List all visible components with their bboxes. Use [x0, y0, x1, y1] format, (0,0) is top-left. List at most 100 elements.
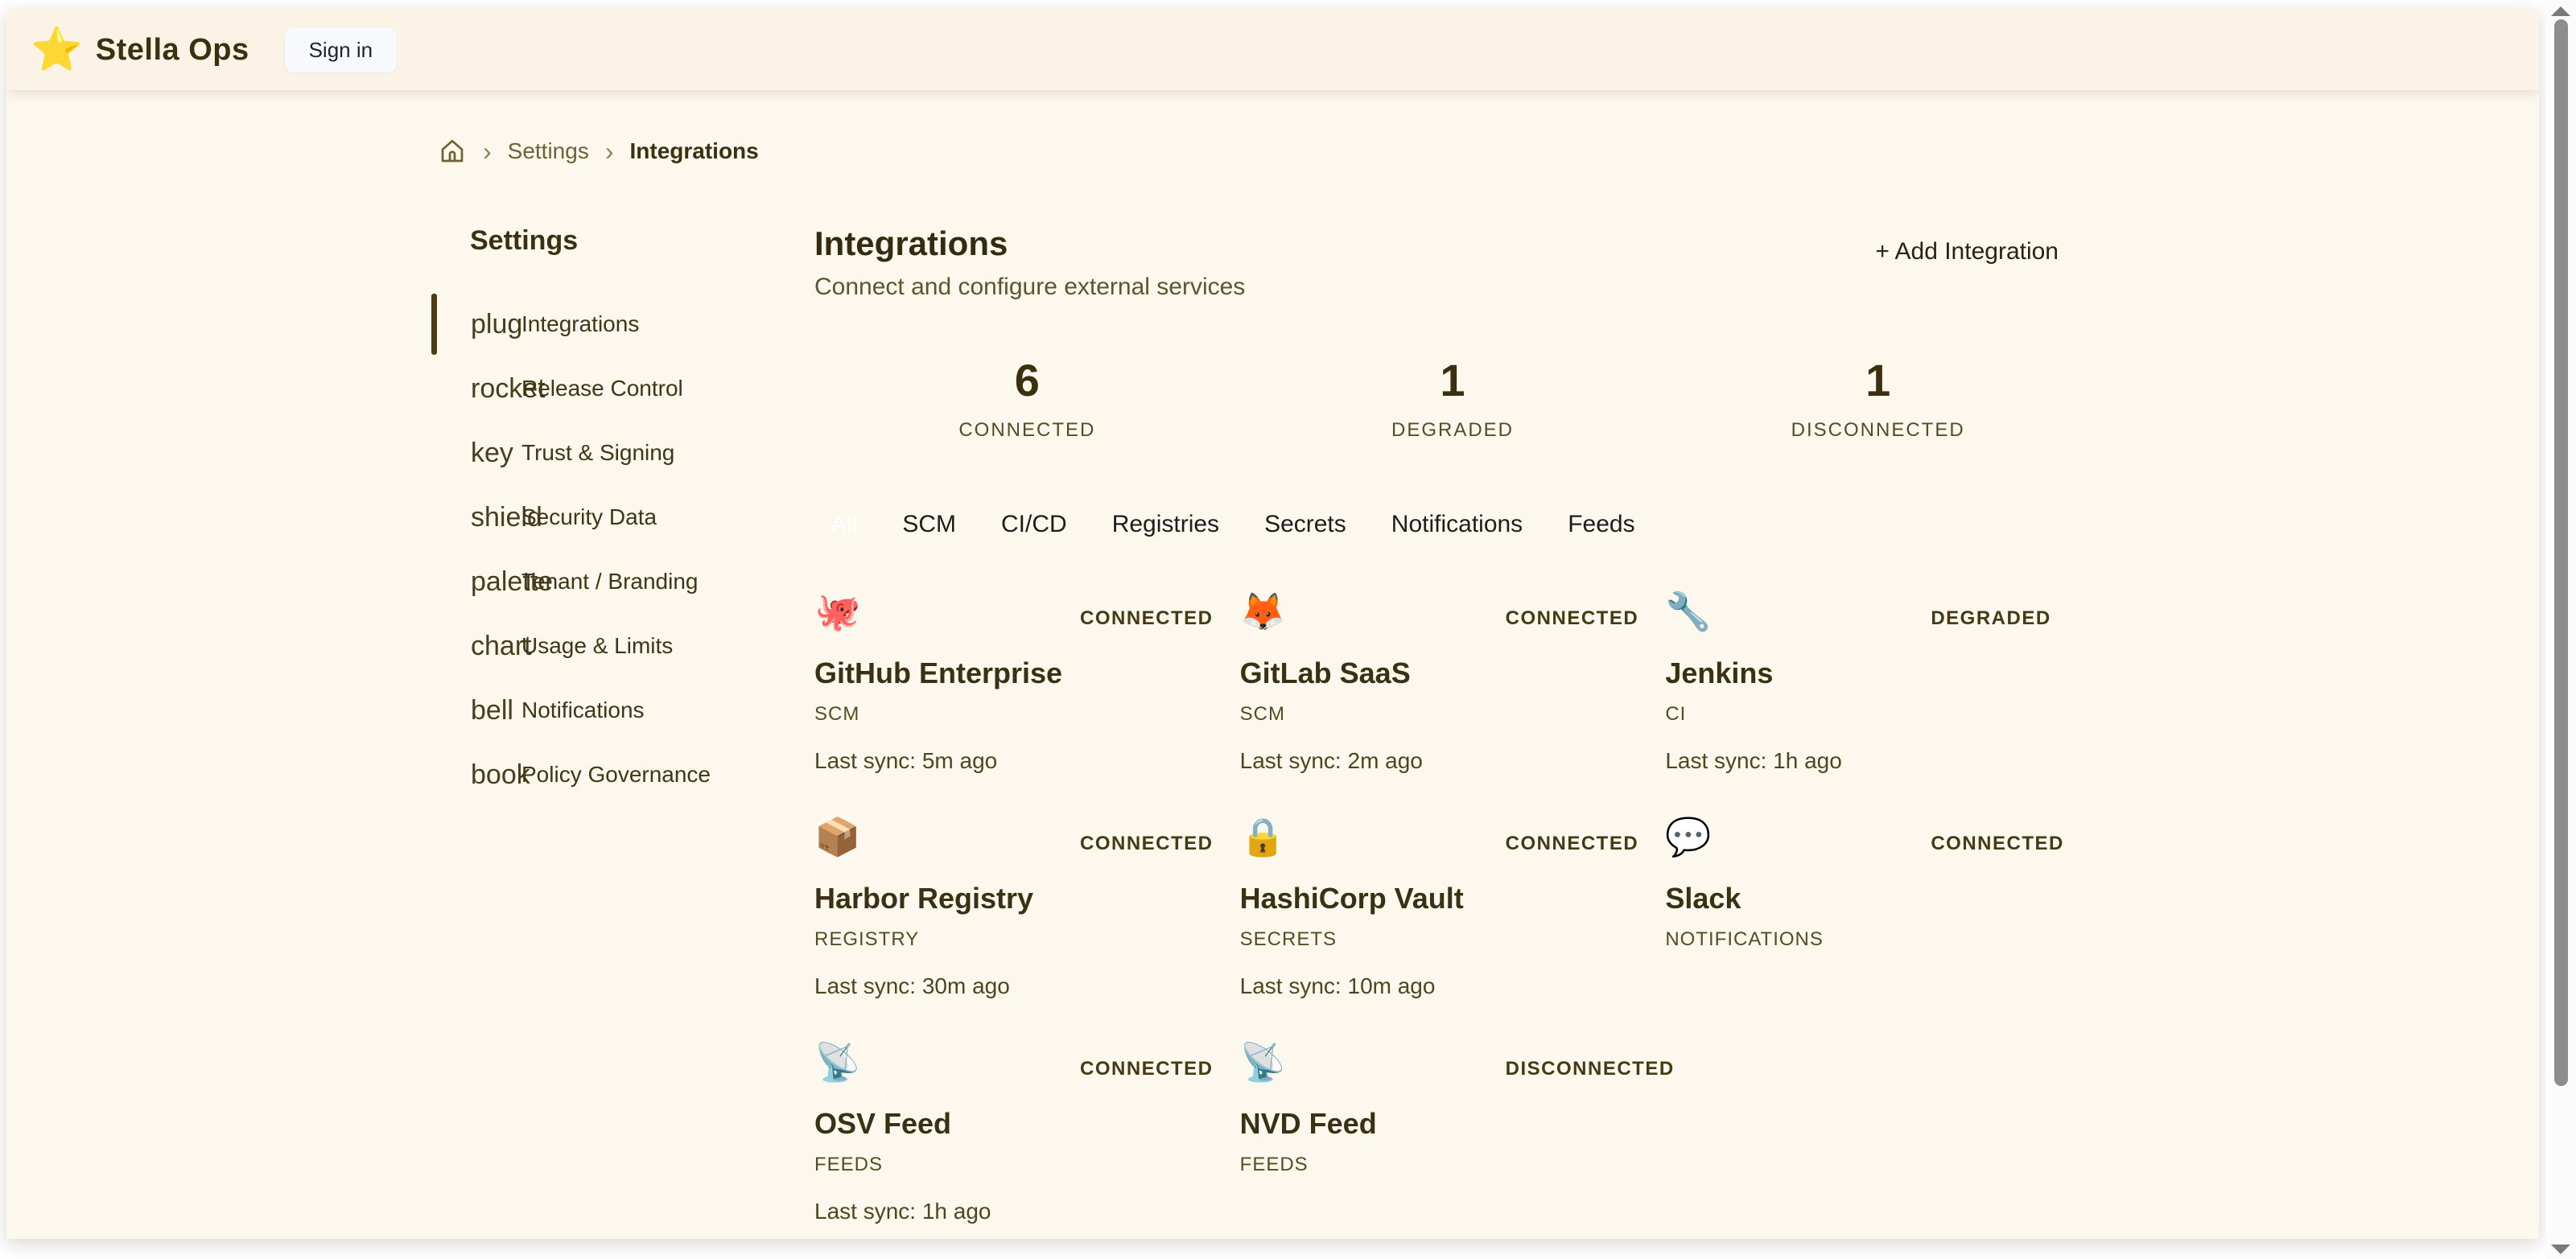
- sidebar-item-security-data[interactable]: shield Security Data: [431, 485, 785, 549]
- stat-label: DISCONNECTED: [1665, 419, 2091, 442]
- key-icon: key: [471, 421, 513, 485]
- content-area: › Settings › Integrations Settings plug …: [6, 90, 2539, 1239]
- integration-category: CI: [1665, 703, 2091, 726]
- settings-sidebar: Settings plug Integrations rocket Releas…: [431, 225, 785, 1232]
- breadcrumb-separator: ›: [605, 138, 614, 164]
- stat-connected: 6 CONNECTED: [814, 354, 1240, 442]
- integrations-panel: Integrations Connect and configure exter…: [814, 225, 2091, 1232]
- integration-card-slack[interactable]: 💬 CONNECTED Slack NOTIFICATIONS: [1665, 815, 2091, 1006]
- tab-secrets[interactable]: Secrets: [1264, 511, 1346, 538]
- integration-name: GitLab SaaS: [1240, 656, 1666, 690]
- sidebar-item-release-control[interactable]: rocket Release Control: [431, 356, 785, 421]
- sidebar-item-trust-signing[interactable]: key Trust & Signing: [431, 421, 785, 485]
- integration-card-osv-feed[interactable]: 📡 CONNECTED OSV Feed FEEDS Last sync: 1h…: [814, 1040, 1240, 1232]
- sidebar-item-policy-governance[interactable]: book Policy Governance: [431, 743, 785, 807]
- brand-title: Stella Ops: [96, 33, 249, 68]
- sidebar-item-label: Security Data: [521, 485, 657, 549]
- status-badge: CONNECTED: [1506, 607, 1639, 630]
- breadcrumb-integrations: Integrations: [629, 138, 758, 164]
- last-sync-text: Last sync: 10m ago: [1240, 973, 1666, 999]
- status-badge: DEGRADED: [1931, 607, 2050, 630]
- home-icon[interactable]: [438, 137, 467, 166]
- integration-category: SECRETS: [1240, 928, 1666, 951]
- sidebar-item-integrations[interactable]: plug Integrations: [431, 292, 785, 356]
- app-window: ⭐ Stella Ops Sign in › Settings › Integr…: [6, 10, 2539, 1239]
- integration-card-nvd-feed[interactable]: 📡 DISCONNECTED NVD Feed FEEDS: [1240, 1040, 1666, 1232]
- sidebar-item-usage-limits[interactable]: chart Usage & Limits: [431, 614, 785, 678]
- category-tabs: All SCM CI/CD Registries Secrets Notific…: [814, 511, 2091, 538]
- integration-name: OSV Feed: [814, 1107, 1240, 1141]
- sidebar-item-label: Usage & Limits: [521, 614, 673, 678]
- sign-in-button[interactable]: Sign in: [285, 28, 398, 72]
- sidebar-item-label: Notifications: [521, 678, 645, 743]
- scrollbar-thumb[interactable]: [2554, 19, 2568, 1086]
- page-subtitle: Connect and configure external services: [814, 274, 1245, 301]
- stella-ops-logo-icon: ⭐: [31, 29, 83, 71]
- stat-value: 1: [1665, 354, 2091, 406]
- tab-all[interactable]: All: [831, 511, 857, 538]
- stat-value: 1: [1240, 354, 1666, 406]
- integration-cards-grid: 🐙 CONNECTED GitHub Enterprise SCM Last s…: [814, 590, 2091, 1232]
- stat-label: DEGRADED: [1240, 419, 1666, 442]
- status-summary: 6 CONNECTED 1 DEGRADED 1 DISCONNECTED: [814, 354, 2091, 442]
- integration-name: Slack: [1665, 882, 2091, 915]
- scroll-up-arrow-icon[interactable]: [2551, 6, 2570, 16]
- integration-category: NOTIFICATIONS: [1665, 928, 2091, 951]
- integration-name: HashiCorp Vault: [1240, 882, 1666, 915]
- breadcrumb-separator: ›: [483, 138, 492, 164]
- integration-category: REGISTRY: [814, 928, 1240, 951]
- integration-name: Harbor Registry: [814, 882, 1240, 915]
- sidebar-item-label: Trust & Signing: [521, 421, 674, 485]
- last-sync-text: Last sync: 1h ago: [1665, 748, 2091, 774]
- integration-card-hashicorp-vault[interactable]: 🔒 CONNECTED HashiCorp Vault SECRETS Last…: [1240, 815, 1666, 1006]
- status-badge: CONNECTED: [1931, 833, 2064, 855]
- last-sync-text: Last sync: 5m ago: [814, 748, 1240, 774]
- sidebar-item-label: Integrations: [521, 292, 639, 356]
- breadcrumb: › Settings › Integrations: [438, 137, 2539, 166]
- sidebar-item-notifications[interactable]: bell Notifications: [431, 678, 785, 743]
- integration-name: Jenkins: [1665, 656, 2091, 690]
- sidebar-item-label: Policy Governance: [521, 743, 711, 807]
- last-sync-text: Last sync: 30m ago: [814, 973, 1240, 999]
- integration-category: SCM: [1240, 703, 1666, 726]
- tab-scm[interactable]: SCM: [902, 511, 956, 538]
- sidebar-item-label: Tenant / Branding: [521, 549, 699, 614]
- active-indicator: [431, 294, 437, 355]
- tab-cicd[interactable]: CI/CD: [1001, 511, 1067, 538]
- stat-degraded: 1 DEGRADED: [1240, 354, 1666, 442]
- integration-card-gitlab-saas[interactable]: 🦊 CONNECTED GitLab SaaS SCM Last sync: 2…: [1240, 590, 1666, 781]
- sidebar-nav: plug Integrations rocket Release Control…: [431, 292, 785, 807]
- sidebar-heading: Settings: [470, 225, 785, 257]
- integration-card-github-enterprise[interactable]: 🐙 CONNECTED GitHub Enterprise SCM Last s…: [814, 590, 1240, 781]
- stat-disconnected: 1 DISCONNECTED: [1665, 354, 2091, 442]
- vertical-scrollbar[interactable]: [2545, 0, 2576, 1259]
- status-badge: CONNECTED: [1080, 607, 1214, 630]
- page-title: Integrations: [814, 225, 1245, 262]
- tab-notifications[interactable]: Notifications: [1391, 511, 1523, 538]
- sidebar-item-tenant-branding[interactable]: palette Tenant / Branding: [431, 549, 785, 614]
- stat-label: CONNECTED: [814, 419, 1240, 442]
- status-badge: CONNECTED: [1506, 833, 1639, 855]
- integration-name: NVD Feed: [1240, 1107, 1666, 1141]
- integration-category: SCM: [814, 703, 1240, 726]
- sidebar-item-label: Release Control: [521, 356, 683, 421]
- tab-feeds[interactable]: Feeds: [1568, 511, 1634, 538]
- add-integration-button[interactable]: + Add Integration: [1875, 238, 2059, 265]
- tab-registries[interactable]: Registries: [1112, 511, 1219, 538]
- plug-icon: plug: [471, 292, 522, 356]
- last-sync-text: Last sync: 2m ago: [1240, 748, 1666, 774]
- bell-icon: bell: [471, 678, 513, 743]
- top-bar: ⭐ Stella Ops Sign in: [6, 10, 2539, 90]
- stat-value: 6: [814, 354, 1240, 406]
- integration-category: FEEDS: [1240, 1154, 1666, 1176]
- status-badge: CONNECTED: [1080, 833, 1214, 855]
- integration-card-jenkins[interactable]: 🔧 DEGRADED Jenkins CI Last sync: 1h ago: [1665, 590, 2091, 781]
- scroll-down-arrow-icon[interactable]: [2551, 1245, 2570, 1254]
- last-sync-text: Last sync: 1h ago: [814, 1199, 1240, 1224]
- integration-card-harbor-registry[interactable]: 📦 CONNECTED Harbor Registry REGISTRY Las…: [814, 815, 1240, 1006]
- integration-category: FEEDS: [814, 1154, 1240, 1176]
- status-badge: CONNECTED: [1080, 1058, 1214, 1080]
- integration-name: GitHub Enterprise: [814, 656, 1240, 690]
- breadcrumb-settings[interactable]: Settings: [508, 138, 589, 164]
- status-badge: DISCONNECTED: [1506, 1058, 1675, 1080]
